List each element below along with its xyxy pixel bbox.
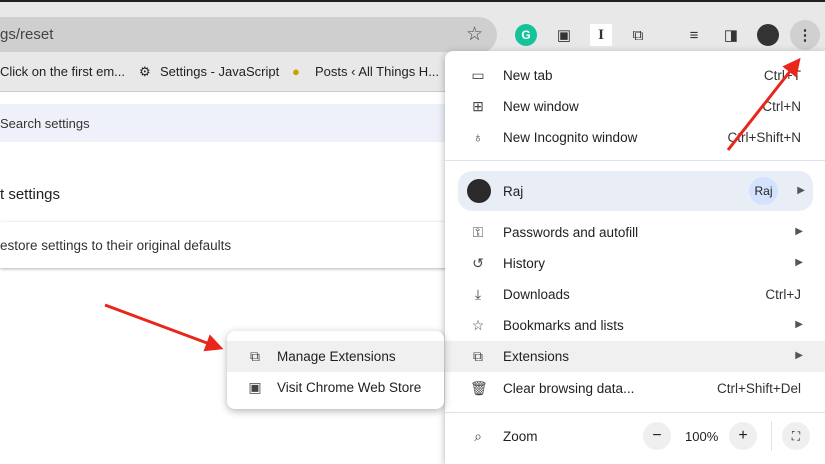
arrow-to-manage-extensions bbox=[104, 303, 224, 352]
arrow-to-menu-button bbox=[726, 57, 801, 151]
annotation-arrows bbox=[104, 57, 801, 352]
